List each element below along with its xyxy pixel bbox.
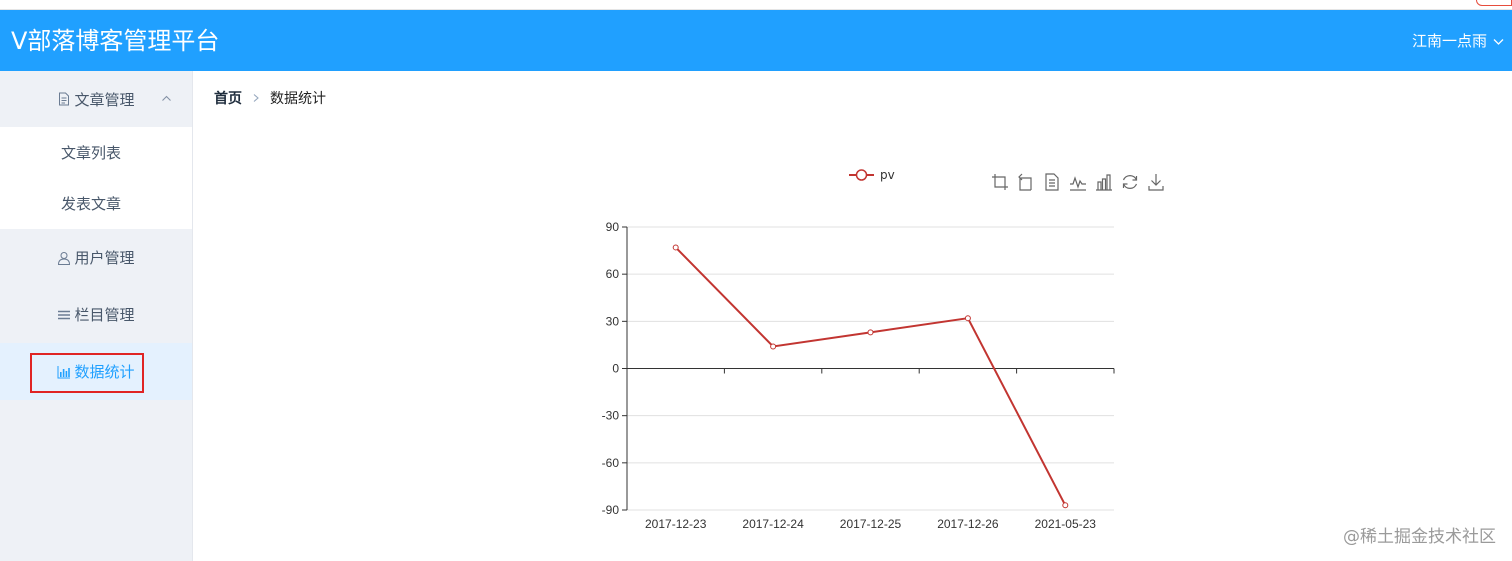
data-point [672, 244, 679, 251]
sidebar-item-label: 用户管理 [74, 249, 135, 267]
app-header: V部落博客管理平台 江南一点雨 [0, 10, 1512, 71]
data-point [770, 343, 777, 350]
watermark: @稀土掘金技术社区 [1343, 527, 1496, 547]
y-tick-label: 90 [606, 220, 620, 234]
y-tick-label: -60 [602, 456, 620, 470]
sidebar-item-label: 栏目管理 [74, 306, 135, 324]
breadcrumb-current: 数据统计 [270, 91, 326, 107]
sidebar-item-label: 发表文章 [61, 195, 122, 213]
y-tick-label: 0 [612, 362, 619, 376]
save-image-icon[interactable] [1146, 172, 1166, 192]
chevron-down-icon [1493, 38, 1504, 45]
legend-label: pv [880, 168, 895, 182]
sidebar-item-label: 文章列表 [61, 144, 122, 162]
breadcrumb-home[interactable]: 首页 [214, 88, 242, 108]
zoom-icon[interactable] [990, 172, 1010, 192]
app-title: V部落博客管理平台 [11, 27, 220, 55]
data-view-icon[interactable] [1042, 172, 1062, 192]
x-tick-label: 2017-12-26 [937, 517, 999, 531]
chart-toolbox [990, 172, 1166, 192]
sidebar-item-statistics[interactable]: 数据统计 [0, 343, 192, 400]
chevron-up-icon [162, 95, 171, 101]
y-tick-label: -90 [602, 503, 620, 517]
y-tick-label: 60 [606, 267, 620, 281]
series-line [674, 246, 1067, 506]
sidebar-item-columns[interactable]: 栏目管理 [0, 286, 192, 343]
y-tick-label: -30 [602, 409, 620, 423]
chart-legend[interactable]: pv [848, 168, 895, 182]
zoom-reset-icon[interactable] [1016, 172, 1036, 192]
user-name: 江南一点雨 [1411, 32, 1487, 50]
x-tick-label: 2017-12-24 [742, 517, 804, 531]
legend-line-circle-icon [849, 169, 874, 181]
sidebar: 文章管理 文章列表 发表文章 用户管理 栏目管理 数据统计 [0, 71, 193, 561]
x-tick-label: 2021-05-23 [1035, 517, 1097, 531]
highlight-box [30, 353, 144, 393]
data-point [1062, 502, 1069, 509]
user-menu[interactable]: 江南一点雨 [1412, 31, 1504, 51]
sidebar-group-label: 文章管理 [74, 90, 135, 109]
document-icon [57, 92, 71, 106]
y-tick-label: 30 [606, 314, 620, 328]
bar-switch-icon[interactable] [1094, 172, 1114, 192]
sidebar-item-article-list[interactable]: 文章列表 [0, 127, 192, 178]
menu-lines-icon [57, 308, 71, 322]
line-switch-icon[interactable] [1068, 172, 1088, 192]
x-tick-label: 2017-12-23 [645, 517, 707, 531]
sidebar-group-articles[interactable]: 文章管理 [0, 71, 192, 127]
sidebar-item-users[interactable]: 用户管理 [0, 229, 192, 286]
user-icon [57, 251, 71, 265]
chevron-right-icon [251, 93, 261, 103]
data-point [964, 315, 971, 322]
sidebar-item-publish-article[interactable]: 发表文章 [0, 178, 192, 229]
data-point [867, 329, 874, 336]
restore-icon[interactable] [1120, 172, 1140, 192]
x-tick-label: 2017-12-25 [840, 517, 902, 531]
breadcrumb: 首页 数据统计 [214, 88, 326, 108]
line-chart: 90 60 30 0 -30 -60 -90 2017-12-23 2017-12-24 2017… [602, 220, 1115, 531]
browser-control-fragment [1476, 0, 1512, 6]
browser-top-strip [0, 0, 1512, 10]
